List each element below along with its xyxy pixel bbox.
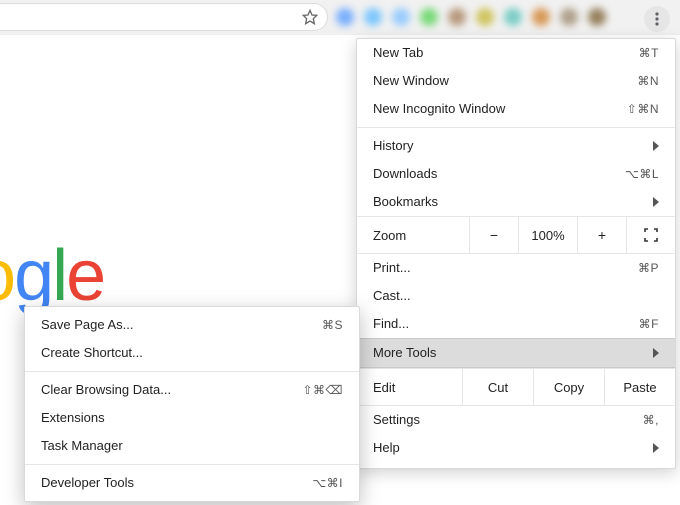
menu-label: Settings — [373, 413, 643, 427]
menu-shortcut: ⌘, — [643, 413, 659, 427]
menu-separator — [357, 127, 675, 128]
zoom-in-button[interactable]: + — [577, 217, 626, 253]
extension-icon[interactable] — [588, 8, 606, 26]
menu-label: Help — [373, 441, 653, 455]
menu-label: Cast... — [373, 289, 659, 303]
menu-item-more-tools[interactable]: More Tools — [357, 338, 675, 368]
extension-icon[interactable] — [504, 8, 522, 26]
extension-icon[interactable] — [420, 8, 438, 26]
menu-label: History — [373, 139, 653, 153]
menu-kebab-icon[interactable] — [644, 6, 670, 32]
main-menu: New Tab ⌘T New Window ⌘N New Incognito W… — [356, 38, 676, 469]
menu-label: More Tools — [373, 346, 653, 360]
extension-icons-row — [336, 6, 636, 28]
extension-icon[interactable] — [476, 8, 494, 26]
extension-icon[interactable] — [392, 8, 410, 26]
menu-label: Save Page As... — [41, 318, 322, 332]
zoom-out-button[interactable]: − — [469, 217, 518, 253]
menu-separator — [25, 464, 359, 465]
menu-shortcut: ⌘S — [322, 318, 343, 332]
extension-icon[interactable] — [532, 8, 550, 26]
extension-icon[interactable] — [448, 8, 466, 26]
menu-row-zoom: Zoom − 100% + — [357, 216, 675, 254]
fullscreen-button[interactable] — [626, 217, 675, 253]
chevron-right-icon — [653, 141, 659, 151]
menu-label: Create Shortcut... — [41, 346, 343, 360]
browser-toolbar — [0, 0, 680, 35]
menu-item-cast[interactable]: Cast... — [357, 282, 675, 310]
menu-item-settings[interactable]: Settings ⌘, — [357, 406, 675, 434]
menu-shortcut: ⌘F — [639, 317, 659, 331]
menu-label: Edit — [357, 369, 462, 405]
submenu-item-clear-data[interactable]: Clear Browsing Data... ⇧⌘⌫ — [25, 376, 359, 404]
extension-icon[interactable] — [364, 8, 382, 26]
menu-item-new-window[interactable]: New Window ⌘N — [357, 67, 675, 95]
menu-shortcut: ⌘T — [639, 46, 659, 60]
edit-paste-button[interactable]: Paste — [604, 369, 675, 405]
chevron-right-icon — [653, 348, 659, 358]
menu-label: Print... — [373, 261, 638, 275]
menu-label: Clear Browsing Data... — [41, 383, 302, 397]
menu-item-bookmarks[interactable]: Bookmarks — [357, 188, 675, 216]
menu-label: New Tab — [373, 46, 639, 60]
menu-shortcut: ⌥⌘I — [312, 476, 343, 490]
menu-shortcut: ⌘N — [637, 74, 659, 88]
menu-separator — [25, 371, 359, 372]
extension-icon[interactable] — [336, 8, 354, 26]
more-tools-submenu: Save Page As... ⌘S Create Shortcut... Cl… — [24, 306, 360, 502]
omnibox[interactable] — [0, 3, 328, 31]
menu-label: Find... — [373, 317, 639, 331]
menu-shortcut: ⇧⌘⌫ — [302, 383, 343, 397]
menu-label: New Window — [373, 74, 637, 88]
menu-shortcut: ⌥⌘L — [625, 167, 659, 181]
chevron-right-icon — [653, 197, 659, 207]
submenu-item-create-shortcut[interactable]: Create Shortcut... — [25, 339, 359, 367]
google-logo: oogle — [0, 235, 104, 317]
extension-icon[interactable] — [560, 8, 578, 26]
menu-item-downloads[interactable]: Downloads ⌥⌘L — [357, 160, 675, 188]
submenu-item-save-page[interactable]: Save Page As... ⌘S — [25, 311, 359, 339]
menu-item-new-tab[interactable]: New Tab ⌘T — [357, 39, 675, 67]
menu-shortcut: ⇧⌘N — [627, 102, 659, 116]
menu-label: Downloads — [373, 167, 625, 181]
menu-label: Bookmarks — [373, 195, 653, 209]
menu-label: Zoom — [357, 217, 469, 253]
menu-item-help[interactable]: Help — [357, 434, 675, 462]
submenu-item-task-manager[interactable]: Task Manager — [25, 432, 359, 460]
menu-item-print[interactable]: Print... ⌘P — [357, 254, 675, 282]
bookmark-star-icon[interactable] — [301, 8, 319, 26]
menu-row-edit: Edit Cut Copy Paste — [357, 368, 675, 406]
chevron-right-icon — [653, 443, 659, 453]
zoom-level: 100% — [518, 217, 577, 253]
submenu-item-devtools[interactable]: Developer Tools ⌥⌘I — [25, 469, 359, 497]
menu-label: New Incognito Window — [373, 102, 627, 116]
submenu-item-extensions[interactable]: Extensions — [25, 404, 359, 432]
menu-item-new-incognito[interactable]: New Incognito Window ⇧⌘N — [357, 95, 675, 123]
menu-label: Extensions — [41, 411, 343, 425]
menu-item-find[interactable]: Find... ⌘F — [357, 310, 675, 338]
menu-label: Developer Tools — [41, 476, 312, 490]
menu-item-history[interactable]: History — [357, 132, 675, 160]
edit-cut-button[interactable]: Cut — [462, 369, 533, 405]
edit-copy-button[interactable]: Copy — [533, 369, 604, 405]
menu-shortcut: ⌘P — [638, 261, 659, 275]
menu-label: Task Manager — [41, 439, 343, 453]
